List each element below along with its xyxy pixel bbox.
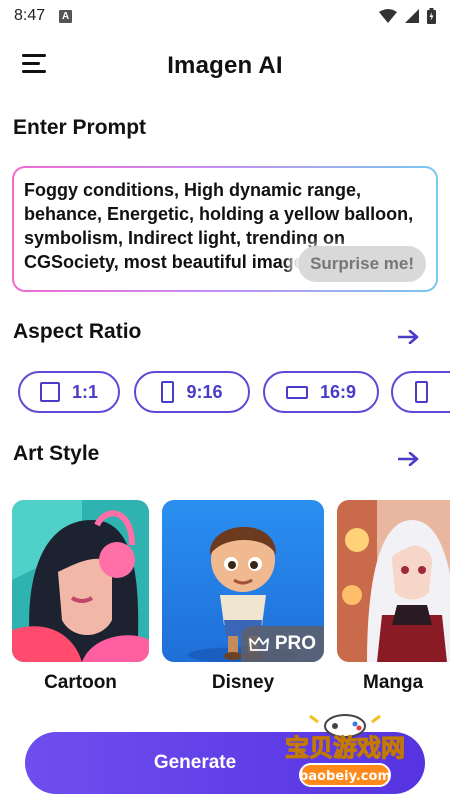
ratio-option-16-9[interactable]: 16:9 [263, 371, 379, 413]
style-thumbnail-cartoon [12, 500, 149, 662]
style-thumbnail-manga [337, 500, 450, 662]
ratio-label: 9:16 [186, 381, 223, 402]
app-title: Imagen AI [167, 52, 283, 79]
portrait-rect-icon [415, 381, 428, 403]
watermark-url-text: baobeiy.com [299, 769, 391, 784]
art-style-arrow-icon[interactable] [398, 452, 420, 466]
app-header: Imagen AI [0, 40, 450, 92]
prompt-input-frame: Foggy conditions, High dynamic range, be… [12, 166, 438, 292]
surprise-me-button[interactable]: Surprise me! [298, 246, 426, 282]
art-style-carousel: Cartoon PRO Disney Manga [12, 500, 450, 700]
style-label-manga: Manga [363, 672, 424, 693]
landscape-rect-icon [285, 385, 308, 399]
square-icon [39, 382, 60, 402]
ratio-option-1-1[interactable]: 1:1 [18, 371, 120, 413]
watermark-logo: 宝贝游戏网 baobeiy.com [270, 706, 420, 796]
aspect-ratio-arrow-icon[interactable] [398, 330, 420, 344]
ratio-option-partial[interactable] [391, 371, 450, 413]
ratio-option-9-16[interactable]: 9:16 [134, 371, 250, 413]
style-label-disney: Disney [211, 672, 275, 693]
style-label-cartoon: Cartoon [44, 672, 117, 693]
wifi-icon [379, 9, 397, 23]
aspect-ratio-title: Aspect Ratio [13, 320, 142, 343]
notification-a-icon: A [59, 9, 73, 23]
ratio-label: 1:1 [71, 381, 98, 402]
battery-icon [427, 8, 436, 24]
aspect-ratio-options: 1:1 9:16 16:9 [18, 371, 450, 415]
status-bar: 8:47 A [0, 0, 450, 32]
pro-badge: PRO [240, 626, 324, 662]
prompt-section-title: Enter Prompt [13, 116, 147, 139]
crown-icon [248, 637, 269, 651]
portrait-rect-icon [161, 381, 175, 403]
style-card-manga[interactable]: Manga [337, 500, 450, 694]
style-card-disney[interactable]: PRO Disney [162, 500, 324, 694]
status-icons [379, 8, 436, 24]
style-thumbnail-disney: PRO [162, 500, 324, 662]
cell-signal-icon [405, 9, 419, 23]
style-card-cartoon[interactable]: Cartoon [12, 500, 149, 694]
status-time: 8:47 [14, 7, 46, 24]
watermark-cn-text: 宝贝游戏网 [285, 734, 405, 762]
pro-label: PRO [274, 633, 316, 654]
prompt-input-box[interactable]: Foggy conditions, High dynamic range, be… [14, 168, 436, 290]
art-style-title: Art Style [13, 442, 100, 465]
generate-label: Generate [153, 752, 237, 773]
ratio-label: 16:9 [319, 381, 357, 402]
hamburger-menu-icon[interactable] [22, 54, 48, 76]
